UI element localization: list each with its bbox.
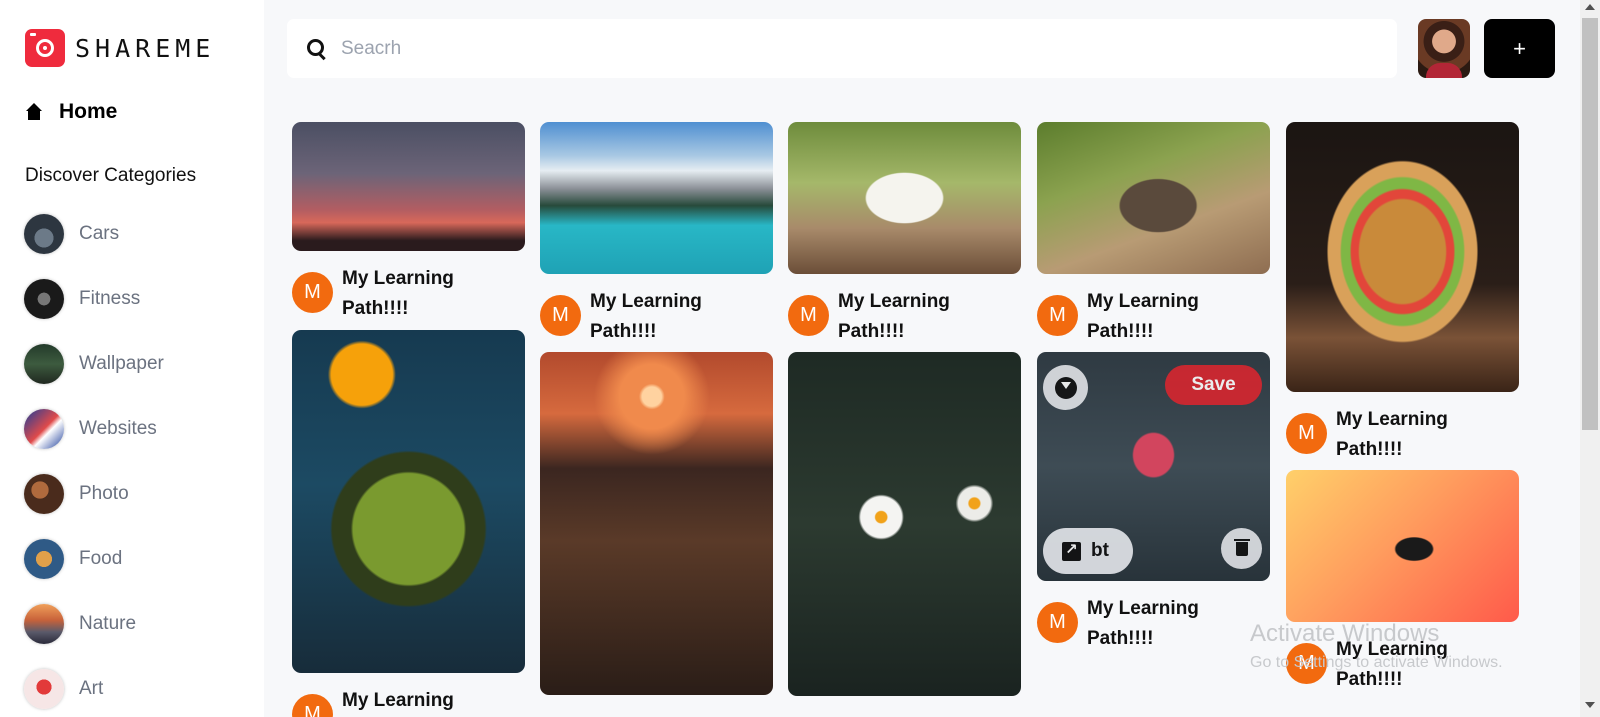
- pin-card[interactable]: M My Learning Path!!!!: [1037, 122, 1270, 347]
- pin-image[interactable]: [540, 122, 773, 274]
- pin-card[interactable]: [540, 352, 773, 695]
- app-name: SHAREME: [75, 33, 216, 63]
- scroll-down-arrow-icon[interactable]: [1585, 702, 1595, 708]
- pin-author[interactable]: M My Learning Path!!!!: [292, 264, 525, 324]
- pin-image[interactable]: [1286, 470, 1519, 622]
- category-thumbnail: [24, 474, 64, 514]
- author-name: My Learning Path!!!!: [1087, 598, 1199, 649]
- category-thumbnail: [24, 539, 64, 579]
- save-button[interactable]: Save: [1165, 365, 1262, 405]
- pin-image[interactable]: [1286, 122, 1519, 392]
- pin-card[interactable]: M My Learning Path!!!!: [788, 122, 1021, 347]
- author-name: My Learning Path!!!!: [1336, 409, 1448, 460]
- watermark-title: Activate Windows: [1250, 620, 1440, 647]
- category-label: Wallpaper: [79, 353, 164, 374]
- external-link-icon: [1062, 540, 1081, 561]
- category-label: Photo: [79, 483, 129, 504]
- scroll-up-arrow-icon[interactable]: [1585, 4, 1595, 10]
- category-item-art[interactable]: Art: [24, 669, 164, 709]
- scrollbar-thumb[interactable]: [1582, 18, 1598, 430]
- pin-image[interactable]: [788, 352, 1021, 696]
- pin-author[interactable]: M My Learning Path!!!!: [1037, 287, 1270, 347]
- category-label: Nature: [79, 613, 137, 634]
- category-thumbnail: [24, 669, 64, 709]
- home-icon: [25, 103, 43, 121]
- user-avatar[interactable]: [1418, 19, 1470, 78]
- pin-author[interactable]: M My Learning Path!!!!: [1037, 594, 1270, 654]
- pin-hover-overlay: Save bt: [1037, 352, 1270, 581]
- category-label: Cars: [79, 223, 120, 244]
- pin-card-hovered[interactable]: Save bt M My Learning Path!!!!: [1037, 352, 1270, 654]
- category-item-nature[interactable]: Nature: [24, 604, 164, 644]
- discover-categories-heading: Discover Categories: [25, 165, 197, 186]
- delete-button[interactable]: [1221, 528, 1262, 569]
- author-name: My Learning Path!!!!: [342, 690, 454, 711]
- author-name: My Learning Path!!!!: [590, 291, 702, 342]
- pin-author[interactable]: M My Learning Path!!!!: [788, 287, 1021, 347]
- category-label: Fitness: [79, 288, 141, 309]
- destination-link-label: bt: [1091, 540, 1109, 561]
- category-item-wallpaper[interactable]: Wallpaper: [24, 344, 164, 384]
- category-thumbnail: [24, 344, 64, 384]
- pin-image[interactable]: [292, 330, 525, 673]
- download-icon: [1054, 376, 1077, 399]
- home-label: Home: [59, 100, 118, 123]
- create-pin-button[interactable]: +: [1484, 19, 1555, 78]
- pin-card[interactable]: M My Learning Path!!!!: [292, 330, 525, 717]
- category-thumbnail: [24, 604, 64, 644]
- trash-icon: [1233, 538, 1250, 556]
- category-item-websites[interactable]: Websites: [24, 409, 164, 449]
- category-label: Art: [79, 678, 104, 699]
- category-item-photo[interactable]: Photo: [24, 474, 164, 514]
- author-name: My Learning Path!!!!: [838, 291, 950, 342]
- pin-image[interactable]: [788, 122, 1021, 274]
- author-name: My Learning Path!!!!: [342, 268, 454, 319]
- category-item-food[interactable]: Food: [24, 539, 164, 579]
- pin-author[interactable]: M My Learning Path!!!!: [540, 287, 773, 347]
- author-name: My Learning Path!!!!: [1087, 291, 1199, 342]
- author-avatar: M: [788, 295, 829, 336]
- destination-link-button[interactable]: bt: [1043, 528, 1133, 574]
- search-bar[interactable]: [287, 19, 1397, 78]
- author-avatar: M: [1286, 413, 1327, 454]
- watermark-subtitle: Go to Settings to activate Windows.: [1250, 654, 1503, 671]
- author-avatar: M: [292, 694, 333, 717]
- pin-image[interactable]: Save bt: [1037, 352, 1270, 581]
- pin-image[interactable]: [292, 122, 525, 251]
- category-item-cars[interactable]: Cars: [24, 214, 164, 254]
- author-avatar: M: [540, 295, 581, 336]
- pin-author[interactable]: M My Learning Path!!!!: [1286, 405, 1519, 465]
- search-input[interactable]: [341, 37, 1241, 60]
- pin-card[interactable]: [788, 352, 1021, 696]
- category-thumbnail: [24, 279, 64, 319]
- pin-image[interactable]: [540, 352, 773, 695]
- pin-card[interactable]: M My Learning Path!!!!: [540, 122, 773, 347]
- category-thumbnail: [24, 214, 64, 254]
- category-list: Cars Fitness Wallpaper Websites Photo Fo…: [24, 214, 164, 717]
- pin-card[interactable]: M My Learning Path!!!!: [292, 122, 525, 324]
- sidebar: SHAREME Home Discover Categories Cars Fi…: [0, 0, 264, 717]
- camera-logo-icon: [25, 29, 65, 67]
- category-item-fitness[interactable]: Fitness: [24, 279, 164, 319]
- app-logo[interactable]: SHAREME: [25, 29, 215, 67]
- author-avatar: M: [1037, 602, 1078, 643]
- pin-card[interactable]: M My Learning Path!!!!: [1286, 122, 1519, 465]
- pin-image[interactable]: [1037, 122, 1270, 274]
- search-icon: [307, 38, 327, 59]
- pin-author[interactable]: M My Learning Path!!!!: [292, 686, 525, 717]
- download-button[interactable]: [1043, 365, 1088, 410]
- category-label: Food: [79, 548, 123, 569]
- sidebar-home-link[interactable]: Home: [25, 100, 117, 124]
- author-avatar: M: [1037, 295, 1078, 336]
- windows-activation-watermark: Activate Windows Go to Settings to activ…: [1250, 620, 1503, 672]
- author-avatar: M: [292, 272, 333, 313]
- category-label: Websites: [79, 418, 157, 439]
- category-thumbnail: [24, 409, 64, 449]
